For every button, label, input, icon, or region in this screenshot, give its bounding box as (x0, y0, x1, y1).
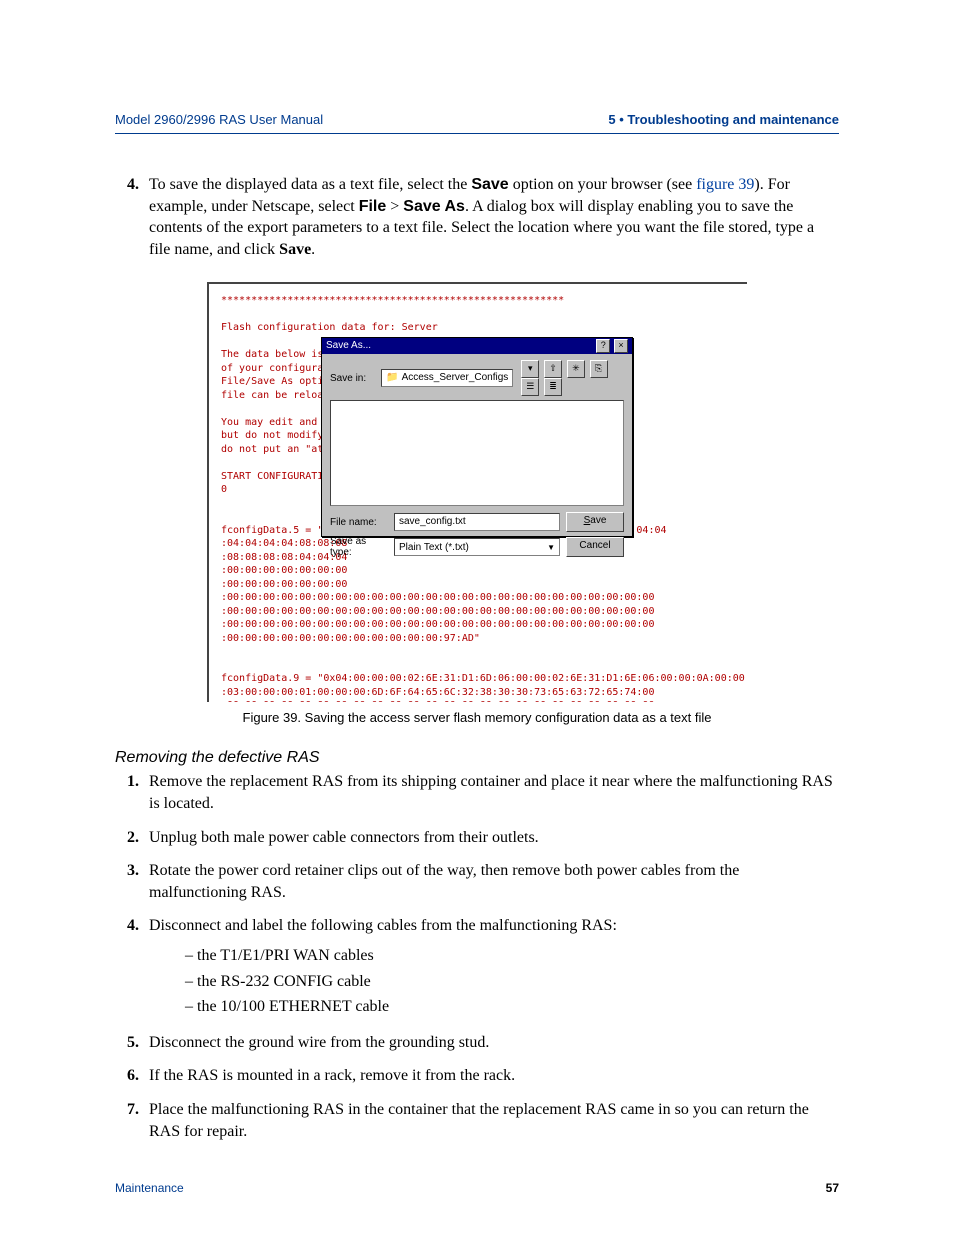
removing-item-3: Rotate the power cord retainer clips out… (143, 860, 839, 903)
header-rule (115, 133, 839, 134)
cable-sublist: the T1/E1/PRI WAN cables the RS-232 CONF… (149, 943, 839, 1020)
dialog-titlebar: Save As... ? × (322, 338, 632, 354)
cable-item-2: the RS-232 CONFIG cable (185, 969, 839, 995)
titlebar-buttons: ? × (595, 338, 628, 354)
cancel-button[interactable]: Cancel (566, 537, 624, 557)
folder-icon: 📁 (386, 371, 398, 385)
savein-field[interactable]: 📁 Access_Server_Configs (381, 369, 513, 387)
filename-row: File name: save_config.txt Save (330, 512, 624, 532)
file-area[interactable] (330, 400, 624, 506)
removing-item-1: Remove the replacement RAS from its ship… (143, 771, 839, 814)
section-heading-removing: Removing the defective RAS (115, 749, 839, 767)
dialog-title: Save As... (326, 338, 371, 354)
up-icon[interactable]: ⇧ (544, 360, 562, 378)
removing-item-2: Unplug both male power cable connectors … (143, 827, 839, 849)
close-button[interactable]: × (614, 339, 628, 353)
removing-item-5: Disconnect the ground wire from the grou… (143, 1032, 839, 1054)
intro-list: To save the displayed data as a text fil… (115, 174, 839, 260)
filename-input[interactable]: save_config.txt (394, 513, 560, 531)
dialog-body: Save in: 📁 Access_Server_Configs ▾ ⇧ ✳ ⎘… (322, 354, 632, 568)
view-icon[interactable]: ⎘ (590, 360, 608, 378)
list-icon[interactable]: ☰ (521, 378, 539, 396)
figure-link[interactable]: figure 39 (696, 176, 754, 193)
removing-item-4: Disconnect and label the following cable… (143, 915, 839, 1019)
saveastype-select[interactable]: Plain Text (*.txt) ▼ (394, 538, 560, 556)
toolbar-buttons: ▾ ⇧ ✳ ⎘ ☰ ≣ (519, 360, 624, 396)
dropdown-icon[interactable]: ▾ (521, 360, 539, 378)
removing-list: Remove the replacement RAS from its ship… (115, 771, 839, 1142)
page-header: Model 2960/2996 RAS User Manual 5 • Trou… (115, 112, 839, 127)
filename-label: File name: (330, 517, 388, 528)
new-folder-icon[interactable]: ✳ (567, 360, 585, 378)
help-button[interactable]: ? (596, 339, 610, 353)
saveastype-label: Save as type: (330, 536, 388, 558)
savein-value: Access_Server_Configs (402, 371, 509, 385)
saveastype-row: Save as type: Plain Text (*.txt) ▼ Cance… (330, 536, 624, 558)
text: option on your browser (see (509, 176, 697, 193)
save-button[interactable]: Save (566, 512, 624, 532)
cable-item-3: the 10/100 ETHERNET cable (185, 994, 839, 1020)
intro-item-4: To save the displayed data as a text fil… (143, 174, 839, 260)
savein-row: Save in: 📁 Access_Server_Configs ▾ ⇧ ✳ ⎘… (330, 360, 624, 396)
details-icon[interactable]: ≣ (544, 378, 562, 396)
text: To save the displayed data as a text fil… (149, 176, 471, 193)
text: > (386, 198, 403, 215)
figure-caption: Figure 39. Saving the access server flas… (207, 710, 747, 725)
figure-39: ****************************************… (207, 282, 747, 725)
file-bold: File (359, 198, 387, 215)
header-left: Model 2960/2996 RAS User Manual (115, 112, 323, 127)
saveas-bold: Save As (403, 198, 465, 215)
save-as-dialog: Save As... ? × Save in: 📁 Access_Server_… (321, 337, 633, 537)
page-footer: Maintenance 57 (115, 1181, 839, 1195)
removing-item-7: Place the malfunctioning RAS in the cont… (143, 1099, 839, 1142)
page: Model 2960/2996 RAS User Manual 5 • Trou… (0, 0, 954, 1235)
header-right: 5 • Troubleshooting and maintenance (608, 112, 839, 127)
removing-item-6: If the RAS is mounted in a rack, remove … (143, 1065, 839, 1087)
text: . (311, 241, 315, 258)
saveastype-value: Plain Text (*.txt) (399, 542, 469, 553)
save-bold-2: Save (279, 241, 311, 258)
screenshot: ****************************************… (207, 282, 747, 702)
text: Disconnect and label the following cable… (149, 917, 617, 934)
cable-item-1: the T1/E1/PRI WAN cables (185, 943, 839, 969)
save-bold: Save (471, 176, 508, 193)
chevron-down-icon: ▼ (547, 543, 555, 552)
footer-right: 57 (826, 1181, 839, 1195)
footer-left: Maintenance (115, 1181, 184, 1195)
savein-label: Save in: (330, 373, 375, 384)
